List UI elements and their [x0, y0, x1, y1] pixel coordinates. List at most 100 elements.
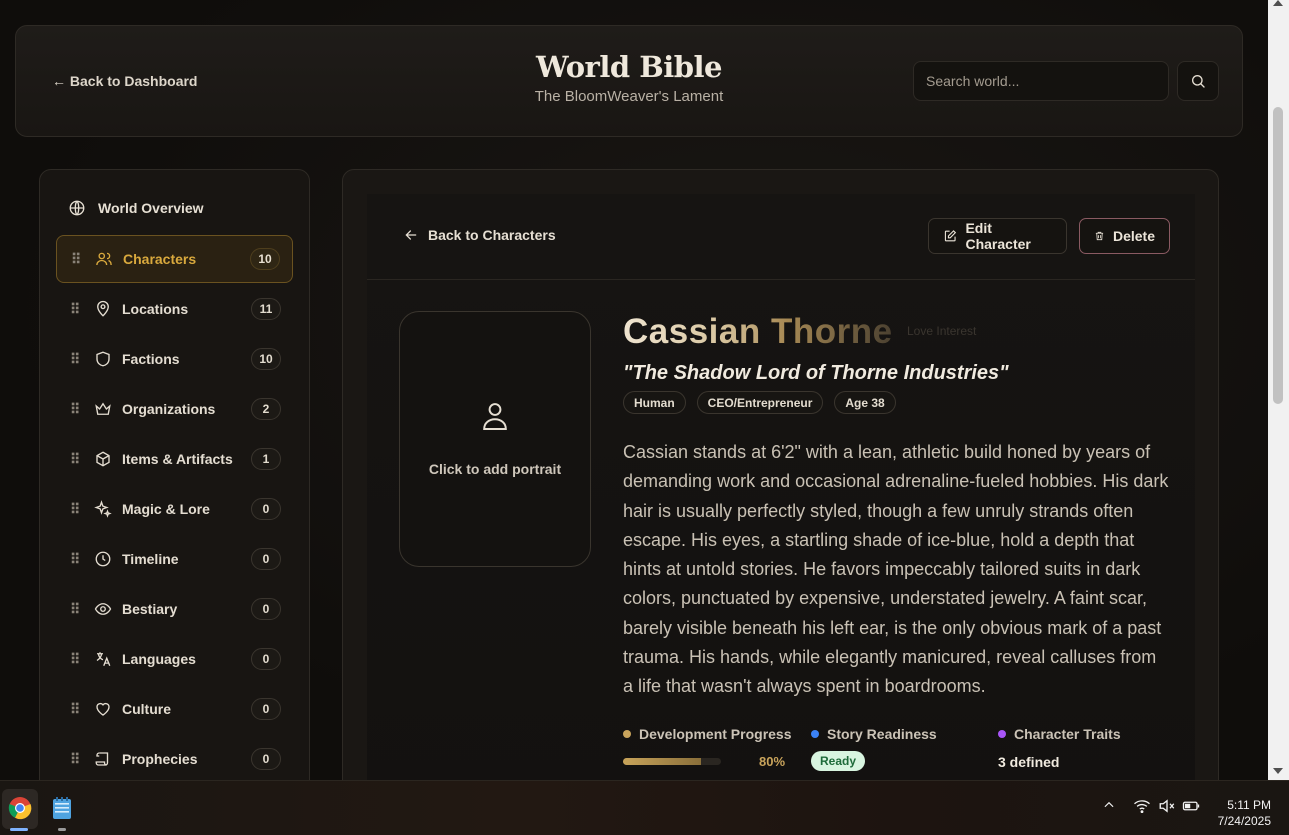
wifi-icon[interactable] — [1133, 798, 1151, 814]
user-icon — [483, 403, 507, 430]
sparkles-icon — [94, 500, 112, 518]
drag-handle-icon[interactable]: ⠿ — [70, 752, 80, 766]
eye-icon — [94, 600, 112, 618]
development-stat: Development Progress 80% — [623, 726, 792, 769]
count-badge: 0 — [251, 698, 281, 720]
delete-button[interactable]: Delete — [1079, 218, 1170, 254]
edit-character-label: Edit Character — [965, 220, 1031, 252]
drag-handle-icon[interactable]: ⠿ — [70, 402, 80, 416]
search-button[interactable] — [1177, 61, 1219, 101]
main-panel: Back to Characters Edit Character Delete… — [342, 169, 1219, 780]
count-badge: 10 — [251, 348, 281, 370]
drag-handle-icon[interactable]: ⠿ — [70, 702, 80, 716]
character-name: Cassian Thorne — [623, 312, 893, 351]
stat-label: Development Progress — [639, 726, 792, 742]
sidebar-item-label: Languages — [122, 651, 196, 667]
traits-value: 3 defined — [998, 754, 1060, 770]
count-badge: 1 — [251, 448, 281, 470]
count-badge: 0 — [251, 748, 281, 770]
page-scrollbar[interactable] — [1268, 0, 1289, 780]
delete-label: Delete — [1112, 228, 1155, 244]
sidebar-item-languages[interactable]: ⠿ Languages 0 — [56, 635, 293, 683]
notepad-app-icon[interactable] — [48, 794, 76, 822]
sidebar-item-prophecies[interactable]: ⠿ Prophecies 0 — [56, 735, 293, 780]
scroll-thumb[interactable] — [1273, 107, 1283, 404]
count-badge: 11 — [251, 298, 281, 320]
scroll-up-arrow-icon[interactable] — [1273, 0, 1283, 6]
trash-icon — [1095, 231, 1104, 241]
status-dot — [623, 730, 631, 738]
count-badge: 0 — [251, 598, 281, 620]
chrome-app-icon[interactable] — [6, 794, 34, 822]
drag-handle-icon[interactable]: ⠿ — [70, 602, 80, 616]
drag-handle-icon[interactable]: ⠿ — [70, 452, 80, 466]
sidebar-item-culture[interactable]: ⠿ Culture 0 — [56, 685, 293, 733]
drag-handle-icon[interactable]: ⠿ — [71, 252, 81, 266]
edit-icon — [944, 230, 957, 242]
sidebar-item-bestiary[interactable]: ⠿ Bestiary 0 — [56, 585, 293, 633]
clock-icon — [94, 550, 112, 568]
count-badge: 0 — [251, 548, 281, 570]
open-indicator — [58, 828, 66, 831]
box-icon — [94, 450, 112, 468]
character-stats: Development Progress 80% Story Readiness… — [623, 726, 1171, 780]
traits-stat: Character Traits 3 defined — [998, 726, 1121, 770]
drag-handle-icon[interactable]: ⠿ — [70, 352, 80, 366]
clock-time: 5:11 PM — [1227, 798, 1271, 812]
tag-pill: Age 38 — [834, 391, 896, 414]
sidebar-item-label: Items & Artifacts — [122, 451, 233, 467]
taskbar: 5:11 PM 7/24/2025 — [0, 780, 1289, 835]
map-pin-icon — [94, 300, 112, 318]
sidebar-item-magic-lore[interactable]: ⠿ Magic & Lore 0 — [56, 485, 293, 533]
sidebar-item-world-overview[interactable]: World Overview — [68, 199, 204, 217]
count-badge: 10 — [250, 248, 280, 270]
edit-character-button[interactable]: Edit Character — [928, 218, 1067, 254]
character-detail: Back to Characters Edit Character Delete… — [367, 194, 1195, 780]
sidebar-item-factions[interactable]: ⠿ Factions 10 — [56, 335, 293, 383]
back-to-characters-link[interactable]: Back to Characters — [404, 227, 556, 243]
sidebar: World Overview ⠿ Characters 10 ⠿ Locatio… — [39, 169, 310, 780]
sidebar-item-label: Locations — [122, 301, 189, 317]
scroll-down-arrow-icon[interactable] — [1273, 768, 1283, 774]
count-badge: 2 — [251, 398, 281, 420]
drag-handle-icon[interactable]: ⠿ — [70, 552, 80, 566]
sidebar-item-label: Timeline — [122, 551, 179, 567]
search-input[interactable] — [913, 61, 1169, 101]
character-description: Cassian stands at 6'2" with a lean, athl… — [623, 442, 1169, 697]
arrow-left-icon — [405, 230, 417, 240]
portrait-label: Click to add portrait — [428, 461, 562, 477]
sidebar-item-items-artifacts[interactable]: ⠿ Items & Artifacts 1 — [56, 435, 293, 483]
clock-date: 7/24/2025 — [1217, 814, 1271, 828]
languages-icon — [94, 650, 112, 668]
stat-label: Character Traits — [1014, 726, 1121, 742]
status-badge: Ready — [811, 751, 866, 771]
drag-handle-icon[interactable]: ⠿ — [70, 652, 80, 666]
readiness-stat: Story Readiness Ready — [811, 726, 937, 771]
development-percent: 80% — [759, 754, 786, 769]
sidebar-item-timeline[interactable]: ⠿ Timeline 0 — [56, 535, 293, 583]
drag-handle-icon[interactable]: ⠿ — [70, 302, 80, 316]
character-tags: Human CEO/Entrepreneur Age 38 — [623, 391, 896, 414]
sidebar-item-label: Factions — [122, 351, 180, 367]
character-title: "The Shadow Lord of Thorne Industries" — [623, 362, 1009, 384]
count-badge: 0 — [251, 648, 281, 670]
active-indicator — [10, 828, 28, 831]
development-progress-bar — [623, 758, 721, 765]
status-dot — [811, 730, 819, 738]
drag-handle-icon[interactable]: ⠿ — [70, 502, 80, 516]
sidebar-item-label: Organizations — [122, 401, 216, 417]
shield-icon — [94, 350, 112, 368]
system-clock[interactable]: 5:11 PM 7/24/2025 — [1207, 797, 1271, 829]
sidebar-item-label: Characters — [123, 251, 197, 267]
sidebar-item-organizations[interactable]: ⠿ Organizations 2 — [56, 385, 293, 433]
chevron-up-icon[interactable] — [1102, 798, 1116, 812]
sidebar-item-characters[interactable]: ⠿ Characters 10 — [56, 235, 293, 283]
sidebar-item-locations[interactable]: ⠿ Locations 11 — [56, 285, 293, 333]
volume-muted-icon[interactable] — [1158, 798, 1176, 814]
portrait-upload[interactable]: Click to add portrait — [399, 311, 591, 567]
status-dot — [998, 730, 1006, 738]
battery-icon[interactable] — [1182, 798, 1200, 814]
tag-pill: Human — [623, 391, 686, 414]
sidebar-item-label: Bestiary — [122, 601, 178, 617]
sidebar-item-label: Magic & Lore — [122, 501, 210, 517]
